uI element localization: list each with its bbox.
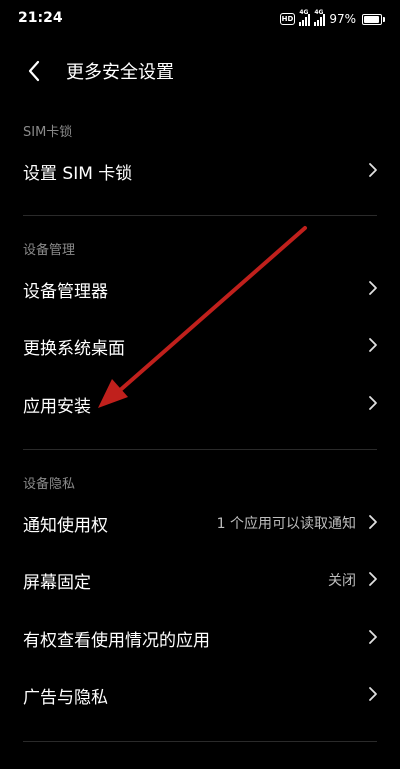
chevron-right-icon xyxy=(369,163,377,177)
hd-voice-icon: HD xyxy=(279,13,296,25)
page-header: 更多安全设置 xyxy=(0,46,400,94)
setting-label: 更换系统桌面 xyxy=(23,339,125,359)
setting-label: 设置 SIM 卡锁 xyxy=(23,164,133,184)
section-header-device-management: 设备管理 xyxy=(23,243,76,258)
setting-value: 1 个应用可以读取通知 xyxy=(216,516,356,532)
chevron-right-icon xyxy=(369,687,377,701)
setting-label: 设备管理器 xyxy=(23,282,108,302)
chevron-left-icon xyxy=(28,60,40,82)
battery-percent: 97% xyxy=(329,12,356,26)
chevron-right-icon xyxy=(369,338,377,352)
battery-icon xyxy=(362,13,385,25)
signal-icon: 4G xyxy=(299,9,311,26)
status-bar: 21:24 HD 4G 4G 97% xyxy=(0,0,400,38)
setting-label: 通知使用权 xyxy=(23,516,108,536)
signal-icon: 4G xyxy=(314,9,326,26)
setting-label: 有权查看使用情况的应用 xyxy=(23,631,210,651)
chevron-right-icon xyxy=(369,281,377,295)
page-title: 更多安全设置 xyxy=(66,62,174,83)
setting-label: 应用安装 xyxy=(23,397,91,417)
setting-row-notification-access[interactable]: 通知使用权 1 个应用可以读取通知 xyxy=(0,494,400,550)
setting-row-usage-access[interactable]: 有权查看使用情况的应用 xyxy=(0,609,400,665)
setting-label: 屏幕固定 xyxy=(23,573,91,593)
setting-row-device-admin[interactable]: 设备管理器 xyxy=(0,260,400,316)
section-header-device-privacy: 设备隐私 xyxy=(23,477,76,492)
status-icons: HD 4G 4G 97% xyxy=(279,9,385,29)
section-divider xyxy=(23,741,377,742)
chevron-right-icon xyxy=(369,630,377,644)
chevron-right-icon xyxy=(369,515,377,529)
chevron-right-icon xyxy=(369,396,377,410)
setting-row-change-launcher[interactable]: 更换系统桌面 xyxy=(0,317,400,373)
section-header-sim-lock: SIM卡锁 xyxy=(23,125,73,140)
battery-level xyxy=(364,15,379,23)
setting-row-app-install[interactable]: 应用安装 xyxy=(0,375,400,431)
setting-row-set-sim-lock[interactable]: 设置 SIM 卡锁 xyxy=(0,142,400,198)
section-divider xyxy=(23,449,377,450)
back-button[interactable] xyxy=(22,58,48,84)
status-time: 21:24 xyxy=(18,10,63,26)
setting-row-screen-pinning[interactable]: 屏幕固定 关闭 xyxy=(0,551,400,607)
section-divider xyxy=(23,215,377,216)
setting-value: 关闭 xyxy=(328,573,356,589)
chevron-right-icon xyxy=(369,572,377,586)
setting-row-ads-privacy[interactable]: 广告与隐私 xyxy=(0,666,400,722)
setting-label: 广告与隐私 xyxy=(23,688,108,708)
